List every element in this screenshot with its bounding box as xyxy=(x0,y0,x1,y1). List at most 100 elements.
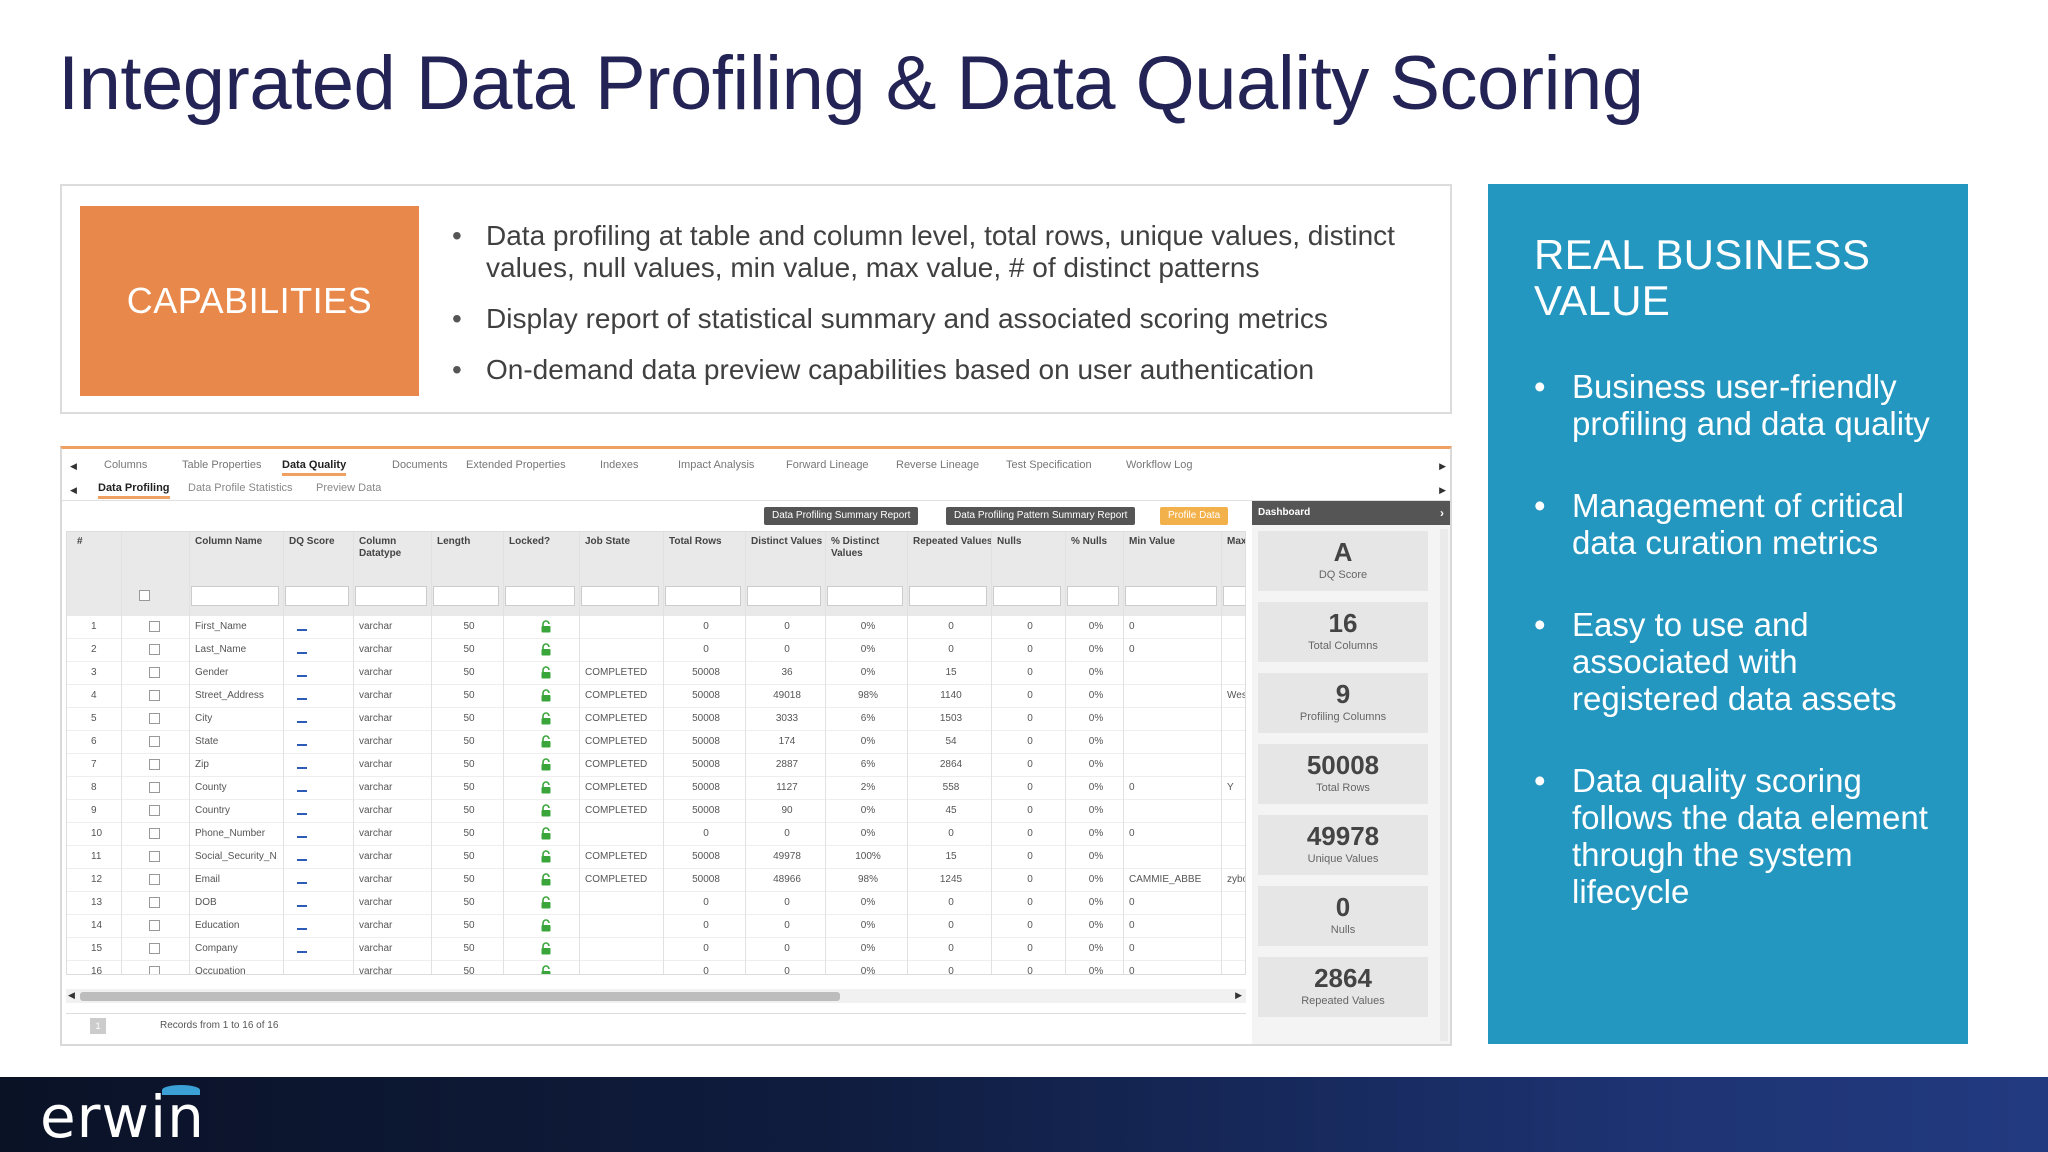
filter-input-column-name[interactable] xyxy=(191,586,279,606)
scrollbar-thumb[interactable] xyxy=(80,992,840,1001)
table-row[interactable]: 12 Email varchar 50 COMPLETED 50008 48966 98% 12… xyxy=(67,869,1245,892)
row-checkbox[interactable] xyxy=(149,943,160,954)
unlock-icon[interactable] xyxy=(541,758,551,771)
table-row[interactable]: 11 Social_Security_N varchar 50 COMPLETED 500… xyxy=(67,846,1245,869)
row-checkbox[interactable] xyxy=(149,713,160,724)
filter-input-pct-nulls[interactable] xyxy=(1067,586,1119,606)
row-checkbox[interactable] xyxy=(149,874,160,885)
profile-data-button[interactable]: Profile Data xyxy=(1160,507,1229,525)
filter-input-max-value[interactable] xyxy=(1223,586,1245,606)
dashboard-scrollbar[interactable] xyxy=(1440,529,1448,1041)
row-checkbox[interactable] xyxy=(149,667,160,678)
table-row[interactable]: 4 Street_Address varchar 50 COMPLETED 50008 49… xyxy=(67,685,1245,708)
tab-extended-properties[interactable]: Extended Properties xyxy=(466,459,566,471)
page-number[interactable]: 1 xyxy=(90,1018,106,1034)
horizontal-scrollbar[interactable]: ◀ ▶ xyxy=(66,989,1246,1003)
unlock-icon[interactable] xyxy=(541,666,551,679)
filter-input-distinct-values[interactable] xyxy=(747,586,821,606)
subtab-data-profiling[interactable]: Data Profiling xyxy=(98,482,170,499)
header-column-name[interactable]: Column Name xyxy=(195,536,285,548)
filter-input-dq-score[interactable] xyxy=(285,586,349,606)
filter-input-min-value[interactable] xyxy=(1125,586,1217,606)
filter-input-datatype[interactable] xyxy=(355,586,427,606)
tab-columns[interactable]: Columns xyxy=(104,459,147,471)
unlock-icon[interactable] xyxy=(541,620,551,633)
filter-input-nulls[interactable] xyxy=(993,586,1061,606)
unlock-icon[interactable] xyxy=(541,804,551,817)
scroll-left-icon[interactable]: ◀ xyxy=(68,990,75,1001)
tab-scroll-right-icon[interactable]: ▶ xyxy=(1439,461,1446,472)
table-row[interactable]: 2 Last_Name varchar 50 0 0 0% 0 0 0% 0 xyxy=(67,639,1245,662)
table-row[interactable]: 5 City varchar 50 COMPLETED 50008 3033 6% 1503 0 0… xyxy=(67,708,1245,731)
row-checkbox[interactable] xyxy=(149,897,160,908)
table-row[interactable]: 8 County varchar 50 COMPLETED 50008 1127 2% 558 0… xyxy=(67,777,1245,800)
header-locked[interactable]: Locked? xyxy=(509,536,581,548)
header-row-number[interactable]: # xyxy=(77,536,123,548)
row-checkbox[interactable] xyxy=(149,920,160,931)
tab-table-properties[interactable]: Table Properties xyxy=(182,459,262,471)
subtab-scroll-right-icon[interactable]: ▶ xyxy=(1439,485,1446,496)
table-row[interactable]: 15 Company varchar 50 0 0 0% 0 0 0% 0 xyxy=(67,938,1245,961)
subtab-scroll-left-icon[interactable]: ◀ xyxy=(70,485,77,496)
unlock-icon[interactable] xyxy=(541,643,551,656)
unlock-icon[interactable] xyxy=(541,827,551,840)
tab-reverse-lineage[interactable]: Reverse Lineage xyxy=(896,459,979,471)
unlock-icon[interactable] xyxy=(541,850,551,863)
tab-scroll-left-icon[interactable]: ◀ xyxy=(70,461,77,472)
table-row[interactable]: 13 DOB varchar 50 0 0 0% 0 0 0% 0 xyxy=(67,892,1245,915)
tab-workflow-log[interactable]: Workflow Log xyxy=(1126,459,1192,471)
header-max-value[interactable]: Max Va xyxy=(1227,536,1245,548)
header-length[interactable]: Length xyxy=(437,536,505,548)
header-repeated-values[interactable]: Repeated Values xyxy=(913,536,993,548)
unlock-icon[interactable] xyxy=(541,712,551,725)
header-total-rows[interactable]: Total Rows xyxy=(669,536,747,548)
tab-forward-lineage[interactable]: Forward Lineage xyxy=(786,459,869,471)
tab-test-specification[interactable]: Test Specification xyxy=(1006,459,1092,471)
table-row[interactable]: 16 Occupation varchar 50 0 0 0% 0 0 0% 0 xyxy=(67,961,1245,974)
row-checkbox[interactable] xyxy=(149,759,160,770)
row-checkbox[interactable] xyxy=(149,966,160,974)
row-checkbox[interactable] xyxy=(149,621,160,632)
table-row[interactable]: 14 Education varchar 50 0 0 0% 0 0 0% 0 xyxy=(67,915,1245,938)
table-row[interactable]: 3 Gender varchar 50 COMPLETED 50008 36 0% 15 0 0% xyxy=(67,662,1245,685)
tab-indexes[interactable]: Indexes xyxy=(600,459,639,471)
subtab-data-profile-statistics[interactable]: Data Profile Statistics xyxy=(188,482,293,494)
unlock-icon[interactable] xyxy=(541,689,551,702)
scroll-right-icon[interactable]: ▶ xyxy=(1235,990,1242,1001)
tab-impact-analysis[interactable]: Impact Analysis xyxy=(678,459,754,471)
header-datatype[interactable]: Column Datatype xyxy=(359,536,433,560)
pattern-report-button[interactable]: Data Profiling Pattern Summary Report xyxy=(946,507,1136,525)
summary-report-button[interactable]: Data Profiling Summary Report xyxy=(764,507,919,525)
unlock-icon[interactable] xyxy=(541,942,551,955)
header-job-state[interactable]: Job State xyxy=(585,536,665,548)
unlock-icon[interactable] xyxy=(541,781,551,794)
row-checkbox[interactable] xyxy=(149,782,160,793)
table-row[interactable]: 9 Country varchar 50 COMPLETED 50008 90 0% 45 0 0% xyxy=(67,800,1245,823)
tab-data-quality[interactable]: Data Quality xyxy=(282,459,347,476)
row-checkbox[interactable] xyxy=(149,690,160,701)
row-checkbox[interactable] xyxy=(149,644,160,655)
filter-input-total-rows[interactable] xyxy=(665,586,741,606)
table-row[interactable]: 6 State varchar 50 COMPLETED 50008 174 0% 54 0 0% xyxy=(67,731,1245,754)
table-row[interactable]: 1 First_Name varchar 50 0 0 0% 0 0 0% 0 xyxy=(67,616,1245,639)
unlock-icon[interactable] xyxy=(541,965,551,974)
filter-input-length[interactable] xyxy=(433,586,499,606)
header-min-value[interactable]: Min Value xyxy=(1129,536,1223,548)
unlock-icon[interactable] xyxy=(541,919,551,932)
row-checkbox[interactable] xyxy=(149,828,160,839)
header-distinct-values[interactable]: Distinct Values xyxy=(751,536,827,548)
header-dq-score[interactable]: DQ Score xyxy=(289,536,355,548)
select-all-checkbox[interactable] xyxy=(139,590,150,601)
table-row[interactable]: 10 Phone_Number varchar 50 0 0 0% 0 0 0% 0 xyxy=(67,823,1245,846)
unlock-icon[interactable] xyxy=(541,735,551,748)
filter-input-locked[interactable] xyxy=(505,586,575,606)
unlock-icon[interactable] xyxy=(541,873,551,886)
tab-documents[interactable]: Documents xyxy=(392,459,448,471)
filter-input-pct-distinct[interactable] xyxy=(827,586,903,606)
header-nulls[interactable]: Nulls xyxy=(997,536,1067,548)
unlock-icon[interactable] xyxy=(541,896,551,909)
header-pct-distinct[interactable]: % Distinct Values xyxy=(831,536,909,560)
filter-input-job-state[interactable] xyxy=(581,586,659,606)
table-row[interactable]: 7 Zip varchar 50 COMPLETED 50008 2887 6% 2864 0 0% xyxy=(67,754,1245,777)
row-checkbox[interactable] xyxy=(149,851,160,862)
